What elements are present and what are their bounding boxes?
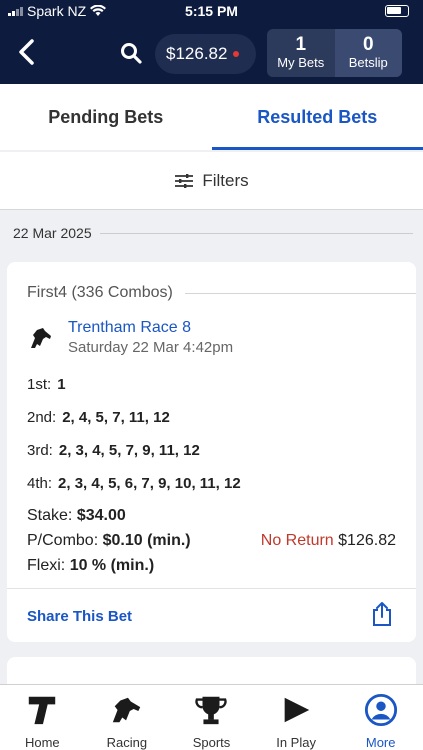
- balance-amount: $126.82: [166, 44, 228, 63]
- position-selections: 2, 3, 4, 5, 7, 9, 11, 12: [58, 442, 200, 459]
- user-icon: [364, 693, 397, 727]
- position-selections: 1: [57, 376, 66, 393]
- flexi-label: Flexi:: [27, 557, 66, 574]
- bet-title-row: First4 (336 Combos): [27, 284, 416, 302]
- bet-title: First4 (336 Combos): [27, 284, 173, 301]
- bottom-nav: Home Racing Sports In Play More: [0, 684, 423, 750]
- my-bets-button[interactable]: 1 My Bets: [267, 29, 335, 77]
- search-button[interactable]: [116, 38, 146, 68]
- flexi-value: 10 % (min.): [69, 557, 155, 574]
- nav-label: Sports: [192, 735, 231, 750]
- bet-tabs: Pending Bets Resulted Bets: [0, 84, 423, 150]
- divider: [184, 292, 416, 294]
- position-label: 4th:: [27, 475, 53, 492]
- date-label: 22 Mar 2025: [13, 225, 92, 241]
- tab-pending-bets[interactable]: Pending Bets: [0, 84, 212, 150]
- my-bets-count: 1: [295, 34, 307, 55]
- return-info: No Return $126.82: [261, 532, 396, 550]
- betslip-count: 0: [362, 34, 374, 55]
- back-button[interactable]: [10, 34, 42, 70]
- position-label: 3rd:: [27, 442, 53, 459]
- betslip-label: Betslip: [348, 55, 388, 70]
- top-bar: $126.82 1 My Bets 0 Betslip: [0, 22, 423, 84]
- clock: 5:15 PM: [185, 3, 238, 19]
- return-status: No Return: [260, 532, 334, 549]
- balance-pill[interactable]: $126.82: [155, 34, 256, 74]
- position-row: 2nd: 2, 4, 5, 7, 11, 12: [27, 409, 170, 426]
- stake-label: Stake:: [27, 507, 73, 524]
- flexi-row: Flexi: 10 % (min.): [27, 557, 154, 575]
- notification-dot: [233, 51, 240, 57]
- nav-in-play[interactable]: In Play: [254, 685, 339, 750]
- nav-label: More: [365, 735, 396, 750]
- sliders-icon: [175, 173, 194, 188]
- chevron-left-icon: [19, 39, 34, 65]
- position-selections: 2, 4, 5, 7, 11, 12: [62, 409, 170, 426]
- position-label: 1st:: [27, 376, 52, 393]
- race-name-link[interactable]: Trentham Race 8: [68, 318, 233, 338]
- nav-sports[interactable]: Sports: [169, 685, 254, 750]
- stake-value: $34.00: [76, 507, 126, 524]
- date-separator: 22 Mar 2025: [13, 224, 413, 242]
- position-label: 2nd:: [27, 409, 57, 426]
- bet-card: First4 (336 Combos) Trentham Race 8 Satu…: [7, 262, 416, 642]
- race-time: Saturday 22 Mar 4:42pm: [68, 339, 234, 356]
- pcombo-label: P/Combo:: [27, 532, 99, 549]
- pcombo-row: P/Combo: $0.10 (min.): [27, 532, 191, 550]
- nav-home[interactable]: Home: [0, 685, 85, 750]
- stake-row: Stake: $34.00: [27, 507, 126, 525]
- nav-racing[interactable]: Racing: [85, 685, 170, 750]
- my-bets-label: My Bets: [277, 55, 325, 70]
- betslip-button[interactable]: 0 Betslip: [334, 29, 402, 77]
- nav-label: Racing: [106, 735, 148, 750]
- horse-icon: [31, 328, 51, 348]
- tab-resulted-bets[interactable]: Resulted Bets: [211, 84, 423, 150]
- nav-more[interactable]: More: [338, 685, 423, 750]
- home-t-icon: [29, 696, 56, 725]
- filters-button[interactable]: Filters: [0, 152, 423, 210]
- divider: [7, 588, 416, 589]
- search-icon: [121, 43, 142, 64]
- divider: [99, 232, 413, 234]
- position-row: 3rd: 2, 3, 4, 5, 7, 9, 11, 12: [27, 442, 200, 459]
- position-row: 4th: 2, 3, 4, 5, 6, 7, 9, 10, 11, 12: [27, 475, 241, 492]
- trophy-icon: [195, 696, 228, 725]
- horse-icon: [112, 697, 141, 723]
- position-selections: 2, 3, 4, 5, 6, 7, 9, 10, 11, 12: [58, 475, 241, 492]
- race-info: Trentham Race 8 Saturday 22 Mar 4:42pm: [27, 318, 233, 358]
- return-amount: $126.82: [338, 532, 396, 549]
- pcombo-value: $0.10 (min.): [102, 532, 191, 549]
- share-bet-link[interactable]: Share This Bet: [27, 608, 132, 625]
- filters-label: Filters: [202, 170, 249, 190]
- bets-counter-group: 1 My Bets 0 Betslip: [267, 29, 402, 77]
- nav-label: In Play: [276, 735, 316, 750]
- position-row: 1st: 1: [27, 376, 66, 393]
- share-icon[interactable]: [370, 601, 394, 627]
- play-icon: [284, 697, 310, 723]
- battery-icon: [385, 5, 409, 17]
- nav-label: Home: [24, 735, 60, 750]
- status-bar: Spark NZ 5:15 PM: [0, 0, 423, 22]
